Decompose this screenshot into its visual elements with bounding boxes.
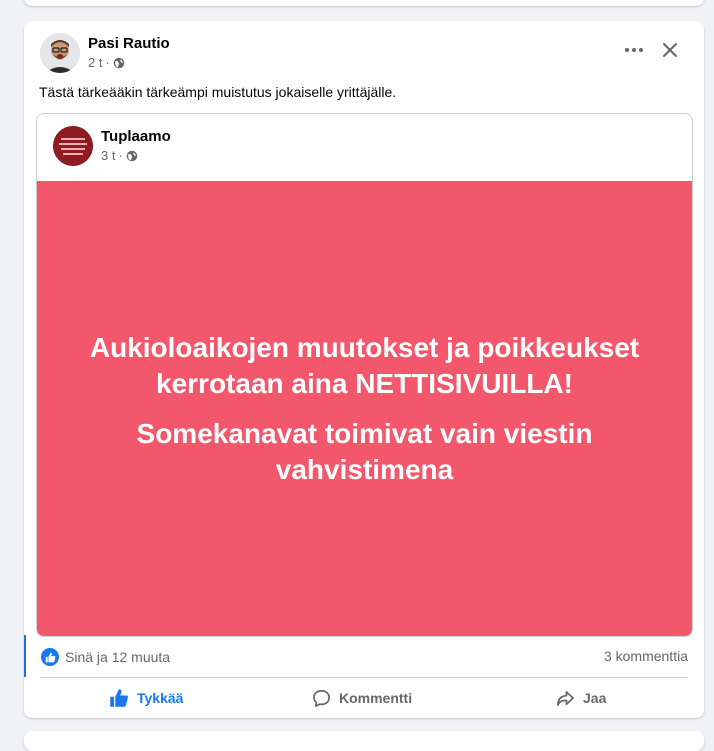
more-horizontal-icon <box>625 48 643 52</box>
post-text: Tästä tärkeääkin tärkeämpi muistutus jok… <box>39 84 397 100</box>
thumbs-up-icon <box>110 689 128 707</box>
banner-line: kerrotaan aina NETTISIVUILLA! <box>156 367 573 399</box>
like-button[interactable]: Tykkää <box>109 686 183 710</box>
author-name[interactable]: Pasi Rautio <box>88 35 170 52</box>
banner-line: Somekanavat toimivat vain viestin <box>136 417 593 449</box>
banner-heading: Aukioloaikojen muutokset ja poikkeukset … <box>90 330 639 402</box>
share-icon <box>557 690 574 706</box>
page-avatar[interactable] <box>53 126 93 166</box>
comment-label: Kommentti <box>339 690 413 706</box>
globe-icon <box>126 150 138 161</box>
shared-post[interactable]: Tuplaamo 3 t · Aukioloaikojen muutokset … <box>36 113 693 637</box>
comment-button[interactable]: Kommentti <box>312 686 412 710</box>
close-icon <box>663 43 677 57</box>
like-reaction-icon <box>41 648 59 666</box>
author-avatar[interactable] <box>40 33 80 73</box>
post-time[interactable]: 2 t <box>88 55 102 70</box>
share-button[interactable]: Jaa <box>556 686 606 710</box>
previous-post-card <box>24 0 704 6</box>
reactions-text: Sinä ja 12 muuta <box>65 649 171 665</box>
meta-separator: · <box>105 55 110 70</box>
next-post-card <box>24 731 704 751</box>
post-card: Pasi Rautio 2 t · Tästä tärkeääkin tärke… <box>24 21 704 718</box>
like-label: Tykkää <box>137 690 184 706</box>
banner-subheading: Somekanavat toimivat vain viestin vahvis… <box>137 416 593 488</box>
globe-icon <box>113 57 125 68</box>
banner-line: Aukioloaikojen muutokset ja poikkeukset <box>89 331 640 363</box>
reactions-summary[interactable]: Sinä ja 12 muuta <box>41 648 170 666</box>
shared-post-time[interactable]: 3 t <box>101 148 115 163</box>
share-label: Jaa <box>583 690 607 706</box>
banner-line: vahvistimena <box>275 453 454 485</box>
comments-count[interactable]: 3 kommenttia <box>604 648 688 664</box>
comment-icon <box>313 689 330 707</box>
close-button[interactable] <box>656 36 684 64</box>
actions-divider <box>40 677 688 678</box>
page-name[interactable]: Tuplaamo <box>101 128 171 145</box>
focus-accent <box>24 635 26 677</box>
shared-post-meta: 3 t · <box>101 148 138 163</box>
post-meta: 2 t · <box>88 55 125 70</box>
more-options-button[interactable] <box>620 36 648 64</box>
meta-separator: · <box>118 148 123 163</box>
post-image-banner[interactable]: Aukioloaikojen muutokset ja poikkeukset … <box>37 181 692 636</box>
